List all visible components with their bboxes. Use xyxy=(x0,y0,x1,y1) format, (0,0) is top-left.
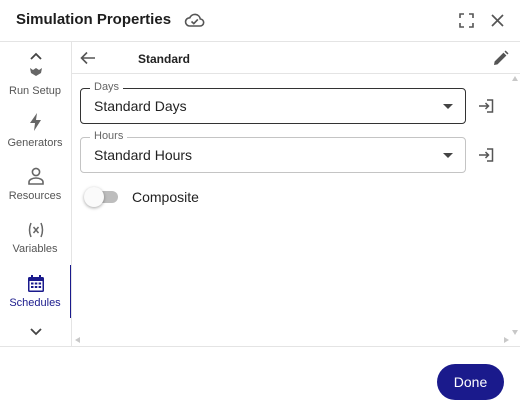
sidebar-item-resources[interactable]: Resources xyxy=(0,166,71,216)
dialog-title: Simulation Properties xyxy=(16,11,172,28)
sidebar-item-label: Schedules xyxy=(9,297,61,309)
assign-icon[interactable] xyxy=(478,147,494,163)
expand-icon[interactable] xyxy=(459,13,474,28)
sidebar-item-label: Variables xyxy=(12,243,58,255)
caret-down-icon xyxy=(443,104,453,109)
chevron-up-icon[interactable] xyxy=(28,50,44,62)
chevron-down-icon[interactable] xyxy=(28,326,44,338)
days-label: Days xyxy=(90,81,124,93)
sidebar-item-variables[interactable]: Variables xyxy=(0,220,71,270)
panel-subheader: Standard xyxy=(72,42,520,74)
sidebar-item-label: Run Setup xyxy=(9,85,61,97)
scroll-right-arrow[interactable] xyxy=(504,337,509,343)
sidebar-item-label: Generators xyxy=(7,137,63,149)
caret-down-icon xyxy=(443,153,453,158)
panel-title: Standard xyxy=(138,52,191,66)
sidebar-item-generators[interactable]: Generators xyxy=(0,112,71,162)
composite-label: Composite xyxy=(132,189,199,205)
dialog-footer: Done xyxy=(0,346,520,415)
sidebar-item-run-setup[interactable]: Run Setup xyxy=(0,64,71,114)
assign-icon[interactable] xyxy=(478,98,494,114)
calendar-icon xyxy=(28,275,44,292)
sidebar-item-schedules[interactable]: Schedules xyxy=(0,265,71,318)
days-select[interactable]: Days Standard Days xyxy=(80,81,466,124)
arrow-left-icon[interactable] xyxy=(80,51,96,65)
sidebar-item-label: Resources xyxy=(8,190,62,202)
schedule-panel: Standard Days Standard Days Hours Standa… xyxy=(72,42,520,346)
gear-icon xyxy=(30,68,42,76)
scroll-left-arrow[interactable] xyxy=(75,337,80,343)
days-value: Standard Days xyxy=(94,98,187,114)
composite-toggle[interactable] xyxy=(84,187,120,207)
hours-select[interactable]: Hours Standard Hours xyxy=(80,130,466,173)
close-icon[interactable] xyxy=(490,13,505,28)
simulation-properties-dialog: Simulation Properties Run Setup Generato… xyxy=(0,0,520,415)
done-button[interactable]: Done xyxy=(437,364,504,400)
toggle-knob xyxy=(84,187,104,207)
sidebar: Run Setup Generators Resources Variables xyxy=(0,42,72,346)
pencil-icon[interactable] xyxy=(492,50,509,67)
scroll-down-arrow[interactable] xyxy=(512,330,518,335)
person-icon xyxy=(28,167,44,185)
hours-label: Hours xyxy=(90,130,128,142)
scroll-up-arrow[interactable] xyxy=(512,76,518,81)
cloud-check-icon xyxy=(184,13,205,27)
lightning-icon xyxy=(30,113,41,131)
variable-icon xyxy=(28,222,44,238)
hours-value: Standard Hours xyxy=(94,147,193,163)
dialog-header: Simulation Properties xyxy=(0,0,520,42)
